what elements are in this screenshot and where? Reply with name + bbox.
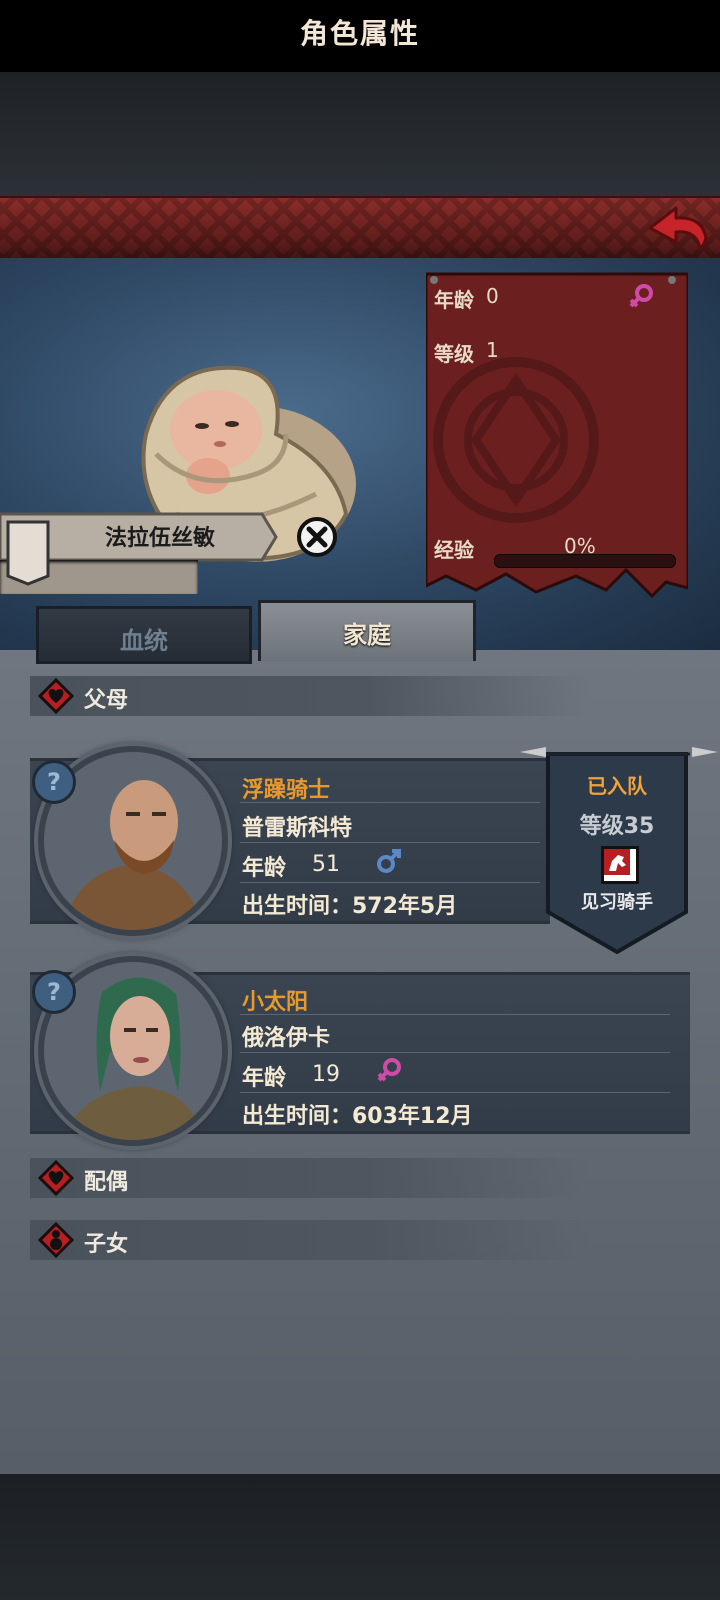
character-name: 法拉伍丝敏	[104, 526, 215, 551]
divider	[240, 1014, 670, 1015]
back-button[interactable]	[646, 202, 710, 252]
mother-name: 俄洛伊卡	[242, 1026, 331, 1051]
header-pattern	[0, 198, 720, 260]
father-age: 51	[312, 852, 340, 877]
question-icon[interactable]: ?	[32, 760, 76, 804]
header-bar	[0, 196, 720, 263]
spouse-section-label: 配偶	[84, 1170, 129, 1195]
mother-birth: 出生时间：603年12月	[242, 1104, 473, 1129]
top-background	[0, 72, 720, 196]
divider	[240, 1052, 670, 1053]
badge-pin-right	[688, 744, 718, 758]
mother-age-label: 年龄	[242, 1066, 287, 1091]
divider	[240, 882, 540, 883]
flag-icon	[6, 520, 50, 586]
level-value: 1	[486, 338, 499, 362]
male-icon	[374, 846, 404, 876]
squad-level: 等级35	[579, 814, 655, 839]
age-label: 年龄	[434, 288, 474, 312]
tab-lineage-label: 血统	[120, 627, 168, 655]
page-title: 角色属性	[299, 17, 420, 50]
father-name: 普雷斯科特	[242, 816, 353, 841]
mother-age: 19	[312, 1062, 340, 1087]
father-title: 浮躁骑士	[242, 778, 331, 803]
back-arrow-icon	[648, 206, 708, 250]
mother-title: 小太阳	[242, 990, 309, 1015]
tab-family[interactable]: 家庭	[258, 600, 476, 661]
exp-value: 0%	[564, 534, 596, 558]
heart-icon	[37, 677, 75, 715]
bottom-background	[0, 1474, 720, 1600]
level-label: 等级	[434, 342, 474, 366]
close-icon	[297, 517, 337, 557]
father-birth: 出生时间：572年5月	[242, 894, 458, 919]
close-button[interactable]	[296, 516, 338, 558]
badge-pin-left	[520, 744, 550, 758]
parents-section-label: 父母	[84, 688, 129, 713]
question-icon[interactable]: ?	[32, 970, 76, 1014]
female-icon	[374, 1056, 404, 1086]
child-icon	[37, 1221, 75, 1259]
squad-status: 已入队	[587, 774, 647, 798]
divider	[240, 842, 540, 843]
horse-icon	[601, 846, 639, 884]
tab-lineage[interactable]: 血统	[36, 606, 252, 664]
divider	[240, 802, 540, 803]
divider	[240, 1092, 670, 1093]
father-age-label: 年龄	[242, 856, 287, 881]
female-icon	[626, 282, 656, 312]
exp-label: 经验	[434, 538, 474, 562]
squad-role: 见习骑手	[581, 892, 653, 913]
children-section-label: 子女	[84, 1232, 129, 1257]
age-value: 0	[486, 284, 499, 308]
heart-icon	[37, 1159, 75, 1197]
tab-family-label: 家庭	[343, 621, 391, 649]
